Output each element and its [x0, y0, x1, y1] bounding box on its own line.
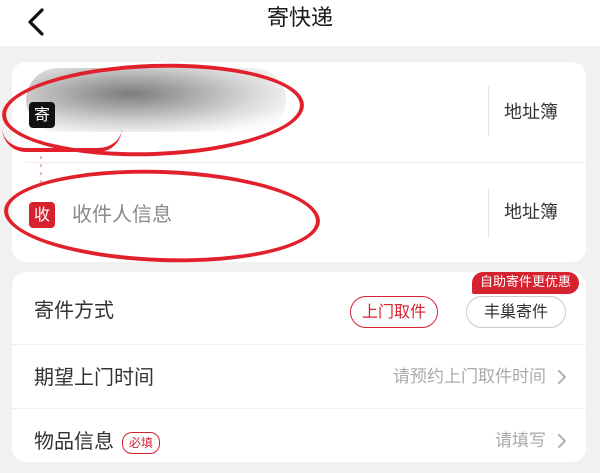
pickup-time-row[interactable]: 期望上门时间 请预约上门取件时间	[12, 344, 586, 409]
item-info-placeholder: 请填写	[495, 431, 546, 451]
door-pickup-button[interactable]: 上门取件	[350, 296, 438, 328]
promo-badge: 自助寄件更优惠	[472, 272, 580, 294]
receiver-tag: 收	[29, 202, 55, 228]
divider	[488, 86, 489, 136]
chevron-right-icon	[558, 434, 566, 448]
item-info-label: 物品信息 必填	[34, 427, 161, 455]
pickup-time-label: 期望上门时间	[34, 365, 154, 389]
item-info-label-text: 物品信息	[34, 429, 114, 453]
chevron-right-icon	[558, 370, 566, 384]
page-title: 寄快递	[266, 6, 333, 31]
sender-tag: 寄	[29, 102, 55, 128]
shipping-options-card: 寄件方式 上门取件 丰巢寄件 自助寄件更优惠 期望上门时间 请预约上门取件时间 …	[12, 272, 586, 462]
top-bar: 寄快递	[0, 0, 600, 46]
redacted-sender-info	[26, 68, 286, 132]
required-badge: 必填	[122, 431, 161, 454]
sender-address-book-button[interactable]: 地址簿	[504, 100, 558, 126]
address-card: 寄 地址簿 收 收件人信息 地址簿	[12, 62, 586, 262]
divider	[488, 188, 489, 238]
receiver-address-book-button[interactable]: 地址簿	[504, 200, 558, 226]
pickup-time-placeholder: 请预约上门取件时间	[393, 367, 546, 387]
shipping-method-label: 寄件方式	[34, 298, 114, 322]
item-info-row[interactable]: 物品信息 必填 请填写	[12, 408, 586, 473]
divider	[26, 162, 586, 163]
receiver-info-placeholder[interactable]: 收件人信息	[72, 199, 172, 229]
locker-send-button[interactable]: 丰巢寄件	[466, 296, 566, 328]
